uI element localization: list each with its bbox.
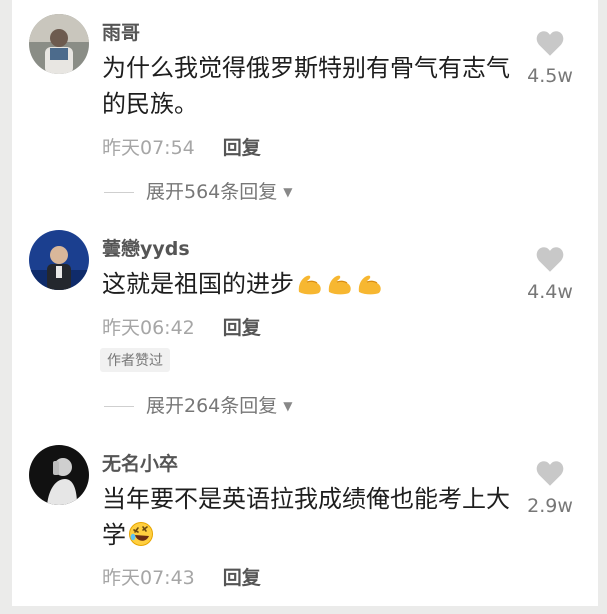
timestamp: 昨天07:54 xyxy=(102,137,195,159)
comment-text: 这就是祖国的进步 xyxy=(102,266,512,306)
like-button[interactable]: 4.5w xyxy=(520,30,580,87)
avatar[interactable] xyxy=(29,230,89,290)
comment-text-body: 这就是祖国的进步 xyxy=(102,270,294,298)
reply-button[interactable]: 回复 xyxy=(223,567,261,589)
divider-line xyxy=(104,192,134,193)
expand-label: 展开264条回复 xyxy=(146,395,278,417)
timestamp: 昨天07:43 xyxy=(102,567,195,589)
like-button[interactable]: 2.9w xyxy=(520,460,580,517)
heart-icon xyxy=(536,247,564,272)
like-count: 4.4w xyxy=(527,281,573,303)
rolling-on-floor-laughing-icon xyxy=(128,521,154,557)
comment-text: 当年要不是英语拉我成绩俺也能考上大学 xyxy=(102,481,512,557)
comment-text-body: 当年要不是英语拉我成绩俺也能考上大学 xyxy=(102,485,510,549)
author-liked-badge: 作者赞过 xyxy=(100,348,170,372)
avatar[interactable] xyxy=(29,445,89,505)
flexed-biceps-icon xyxy=(326,270,354,306)
comment-meta: 昨天06:42 回复 xyxy=(102,313,261,340)
flexed-biceps-icon xyxy=(356,270,384,306)
caret-down-icon: ▼ xyxy=(283,399,293,413)
like-button[interactable]: 4.4w xyxy=(520,246,580,303)
expand-replies[interactable]: 展开264条回复 ▼ xyxy=(104,391,293,418)
reply-button[interactable]: 回复 xyxy=(223,317,261,339)
comment-meta: 昨天07:43 回复 xyxy=(102,563,261,590)
comment-list: 雨哥 为什么我觉得俄罗斯特别有骨气有志气的民族。 昨天07:54 回复 4.5w … xyxy=(12,0,598,606)
reply-button[interactable]: 回复 xyxy=(223,137,261,159)
heart-icon xyxy=(536,461,564,486)
caret-down-icon: ▼ xyxy=(283,185,293,199)
comment-meta: 昨天07:54 回复 xyxy=(102,133,261,160)
divider-line xyxy=(104,406,134,407)
username[interactable]: 蕓戀yyds xyxy=(102,234,190,261)
flexed-biceps-icon xyxy=(296,270,324,306)
heart-icon xyxy=(536,31,564,56)
username[interactable]: 雨哥 xyxy=(102,18,140,45)
like-count: 2.9w xyxy=(527,495,573,517)
username[interactable]: 无名小卒 xyxy=(102,449,178,476)
comment-text: 为什么我觉得俄罗斯特别有骨气有志气的民族。 xyxy=(102,54,510,118)
expand-label: 展开564条回复 xyxy=(146,181,278,203)
avatar[interactable] xyxy=(29,14,89,74)
timestamp: 昨天06:42 xyxy=(102,317,195,339)
expand-replies[interactable]: 展开564条回复 ▼ xyxy=(104,177,293,204)
like-count: 4.5w xyxy=(527,65,573,87)
